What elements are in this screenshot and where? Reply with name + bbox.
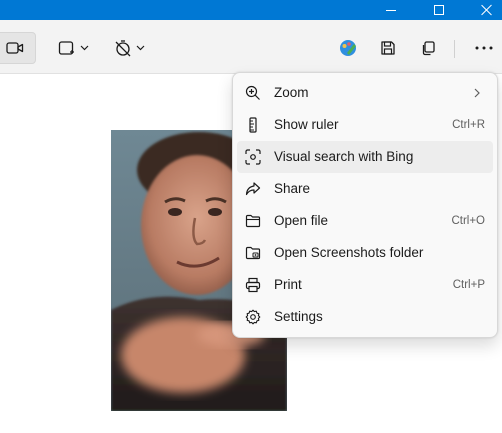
menu-item-open-screenshots-folder[interactable]: Open Screenshots folder (237, 237, 493, 269)
shortcut-text: Ctrl+P (452, 279, 485, 291)
shortcut-text: Ctrl+R (452, 119, 485, 131)
menu-item-zoom[interactable]: Zoom (237, 77, 493, 109)
minimize-icon (386, 9, 396, 11)
delay-button[interactable] (108, 32, 150, 64)
toolbar (0, 20, 502, 74)
menu-item-print[interactable]: Print Ctrl+P (237, 269, 493, 301)
maximize-icon (434, 5, 444, 15)
minimize-button[interactable] (368, 0, 414, 20)
ruler-icon (245, 117, 261, 133)
menu-item-label: Settings (274, 309, 323, 324)
edit-in-paint-icon (338, 38, 358, 58)
edit-in-paint-button[interactable] (330, 32, 366, 64)
menu-item-label: Open file (274, 213, 329, 228)
video-icon (6, 41, 24, 55)
shortcut-text: Ctrl+O (451, 215, 485, 227)
chevron-right-icon (471, 87, 483, 99)
close-icon (481, 4, 493, 16)
menu-item-show-ruler[interactable]: Show ruler Ctrl+R (237, 109, 493, 141)
more-options-button[interactable] (466, 32, 502, 64)
rectangle-snip-icon (58, 40, 76, 56)
menu-item-label: Zoom (274, 85, 309, 100)
folder-icon (245, 213, 261, 229)
menu-item-label: Print (274, 277, 302, 292)
title-bar (0, 0, 502, 20)
share-icon (245, 181, 261, 197)
maximize-button[interactable] (416, 0, 462, 20)
menu-item-label: Show ruler (274, 117, 339, 132)
menu-item-settings[interactable]: Settings (237, 301, 493, 333)
copy-icon (420, 40, 436, 56)
save-icon (380, 40, 396, 56)
menu-item-share[interactable]: Share (237, 173, 493, 205)
toolbar-separator (454, 40, 455, 58)
snip-mode-button[interactable] (52, 32, 94, 64)
zoom-icon (245, 85, 261, 101)
more-options-icon (475, 46, 493, 50)
screenshots-folder-icon (245, 245, 261, 261)
timer-off-icon (114, 39, 132, 57)
menu-item-visual-search[interactable]: Visual search with Bing (237, 141, 493, 173)
copy-button[interactable] (412, 32, 444, 64)
visual-search-icon (245, 149, 261, 165)
chevron-down-icon (136, 45, 145, 51)
chevron-down-icon (80, 45, 89, 51)
more-options-menu: Zoom Show ruler Ctrl+R Visual search wit… (232, 72, 498, 338)
menu-item-label: Open Screenshots folder (274, 245, 424, 260)
close-button[interactable] (464, 0, 502, 20)
gear-icon (245, 309, 261, 325)
menu-item-open-file[interactable]: Open file Ctrl+O (237, 205, 493, 237)
print-icon (245, 277, 261, 293)
save-button[interactable] (372, 32, 404, 64)
menu-item-label: Visual search with Bing (274, 149, 414, 164)
record-video-button[interactable] (0, 32, 36, 64)
menu-item-label: Share (274, 181, 311, 196)
